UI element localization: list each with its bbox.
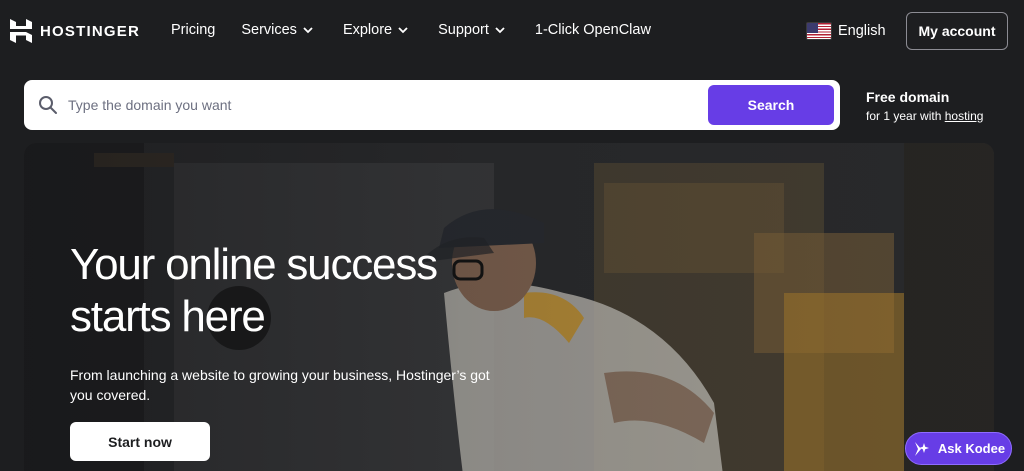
- hero-banner: Your online success starts here From lau…: [24, 143, 994, 471]
- nav-services-label: Services: [241, 22, 297, 38]
- sparkle-icon: [914, 441, 929, 456]
- free-domain-subtitle-text: for 1 year with: [866, 109, 942, 123]
- nav-pricing[interactable]: Pricing: [171, 22, 215, 38]
- page: HOSTINGER Pricing Services Explore Suppo…: [0, 0, 1024, 471]
- hostinger-logo-icon: [10, 19, 32, 43]
- free-domain-subtitle: for 1 year with hosting: [866, 109, 983, 123]
- ask-kodee-label: Ask Kodee: [937, 441, 1006, 456]
- language-label: English: [838, 23, 886, 39]
- domain-search-bar: Search: [24, 80, 840, 130]
- top-navigation: HOSTINGER Pricing Services Explore Suppo…: [0, 0, 1024, 62]
- brand-name: HOSTINGER: [40, 22, 140, 40]
- nav-support[interactable]: Support: [438, 22, 505, 38]
- nav-services[interactable]: Services: [241, 22, 313, 38]
- chevron-down-icon: [398, 27, 408, 34]
- nav-openclaw-label: 1-Click OpenClaw: [534, 22, 651, 38]
- start-now-button[interactable]: Start now: [70, 422, 210, 461]
- brand-logo[interactable]: HOSTINGER: [10, 19, 140, 43]
- free-domain-title: Free domain: [866, 89, 950, 105]
- hosting-link[interactable]: hosting: [945, 109, 984, 123]
- chevron-down-icon: [303, 27, 313, 34]
- free-domain-promo: Free domain for 1 year with hosting: [866, 89, 983, 123]
- nav-explore[interactable]: Explore: [343, 22, 408, 38]
- ask-kodee-button[interactable]: Ask Kodee: [905, 432, 1012, 465]
- main-nav: Pricing Services Explore Support 1-Click…: [171, 22, 681, 38]
- search-icon: [39, 96, 57, 114]
- language-selector[interactable]: English: [806, 22, 886, 40]
- nav-pricing-label: Pricing: [171, 22, 216, 38]
- hero-title: Your online success starts here: [70, 240, 438, 341]
- us-flag-icon: [806, 22, 832, 40]
- nav-explore-label: Explore: [342, 22, 393, 38]
- domain-search-input[interactable]: [68, 88, 708, 122]
- my-account-button[interactable]: My account: [906, 12, 1008, 50]
- chevron-down-icon: [495, 27, 505, 34]
- nav-openclaw[interactable]: 1-Click OpenClaw: [535, 22, 651, 38]
- nav-support-label: Support: [438, 22, 489, 38]
- search-button[interactable]: Search: [708, 85, 834, 125]
- hero-subtitle: From launching a website to growing your…: [70, 367, 490, 403]
